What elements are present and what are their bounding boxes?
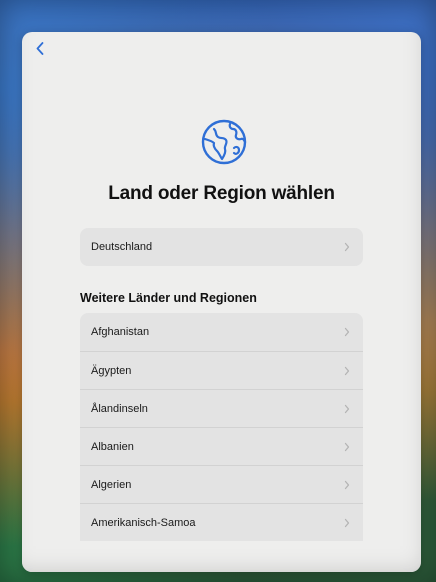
list-item[interactable]: Ägypten (80, 351, 363, 389)
chevron-right-icon (344, 518, 350, 527)
chevron-right-icon (344, 404, 350, 413)
current-region-row[interactable]: Deutschland (80, 228, 363, 266)
list-item[interactable]: Amerikanisch-Samoa (80, 503, 363, 541)
chevron-left-icon (36, 41, 44, 55)
list-item[interactable]: Albanien (80, 427, 363, 465)
list-item[interactable]: Algerien (80, 465, 363, 503)
section-title: Weitere Länder und Regionen (80, 291, 257, 305)
chevron-right-icon (344, 442, 350, 451)
page-title: Land oder Region wählen (108, 183, 335, 204)
chevron-right-icon (344, 366, 350, 375)
globe-icon (201, 119, 247, 165)
region-list: Afghanistan Ägypten Ålandinseln Albanien… (80, 313, 363, 541)
list-item-label: Afghanistan (91, 326, 150, 338)
list-item-label: Algerien (91, 478, 132, 491)
list-item-label: Amerikanisch-Samoa (91, 516, 196, 529)
list-item-label: Ålandinseln (91, 402, 148, 415)
list-item[interactable]: Ålandinseln (80, 389, 363, 427)
chevron-right-icon (344, 480, 350, 489)
list-scroll-fade (22, 548, 421, 572)
chevron-right-icon (344, 327, 350, 337)
list-item-label: Ägypten (91, 364, 132, 377)
chevron-right-icon (344, 242, 350, 252)
setup-sheet: Land oder Region wählen Deutschland Weit… (22, 32, 421, 572)
list-item[interactable]: Afghanistan (80, 313, 363, 351)
list-item-label: Albanien (91, 440, 134, 453)
current-region-label: Deutschland (91, 241, 153, 253)
back-button[interactable] (30, 38, 50, 58)
